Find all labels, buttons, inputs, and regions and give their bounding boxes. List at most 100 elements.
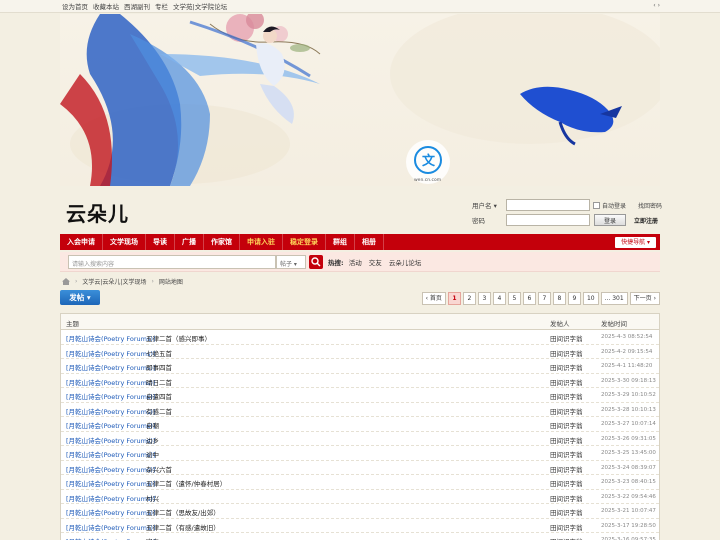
thread-title-link[interactable]: 五律二首（思故友/出郊） bbox=[146, 507, 220, 517]
column-link[interactable]: 专栏 bbox=[155, 1, 168, 11]
author-link[interactable]: 田间识字翁 bbox=[550, 377, 583, 387]
search-icon[interactable] bbox=[309, 255, 323, 269]
table-row[interactable]: [月乾山诗会(Poetry Forums)] 七绝五首 田间识字翁 2025-4-2 … bbox=[61, 345, 659, 359]
hot-search-item[interactable]: 交友 bbox=[369, 259, 382, 267]
forum-link[interactable]: [月乾山诗会(Poetry Forums)] bbox=[66, 348, 155, 358]
thread-title-link[interactable]: 寄表 bbox=[146, 536, 159, 540]
hot-search-item[interactable]: 云朵儿论坛 bbox=[389, 259, 422, 267]
nav-item-guide[interactable]: 导读 bbox=[146, 234, 175, 250]
bookmark-link[interactable]: 收藏本站 bbox=[93, 1, 119, 11]
forgot-password-link[interactable]: 找回密码 bbox=[638, 201, 662, 210]
first-page-button[interactable]: ‹ 首页 bbox=[421, 292, 446, 305]
page-button[interactable]: 5 bbox=[507, 292, 521, 305]
table-row[interactable]: [月乾山诗会(Poetry Forums)] 五律二首（遣怀/仲春村居） 田间识字翁… bbox=[61, 475, 659, 490]
author-link[interactable]: 田间识字翁 bbox=[550, 536, 583, 540]
table-row[interactable]: [月乾山诗会(Poetry Forums)] 即事四首 田间识字翁 2025-4-1 … bbox=[61, 359, 659, 374]
nav-item-albums[interactable]: 相册 bbox=[355, 234, 384, 250]
thread-title-link[interactable]: 五律二首（感兴即事） bbox=[146, 333, 211, 343]
author-link[interactable]: 田间识字翁 bbox=[550, 362, 583, 372]
nav-item-groups[interactable]: 群组 bbox=[326, 234, 355, 250]
auto-login-checkbox[interactable]: 自动登录 bbox=[592, 201, 626, 210]
nav-item-membership[interactable]: 入会申请 bbox=[60, 234, 103, 250]
password-input[interactable] bbox=[506, 214, 590, 226]
forum-link[interactable]: [月乾山诗会(Poetry Forums)] bbox=[66, 536, 155, 540]
table-row[interactable]: [月乾山诗会(Poetry Forums)] 五律二首（感兴即事） 田间识字翁 202… bbox=[61, 330, 659, 345]
page-button[interactable]: 7 bbox=[537, 292, 551, 305]
forum-link[interactable]: [月乾山诗会(Poetry Forums)] bbox=[66, 507, 155, 517]
search-button[interactable] bbox=[309, 255, 323, 269]
table-row[interactable]: [月乾山诗会(Poetry Forums)] 村兴 田间识字翁 2025-3-22 0… bbox=[61, 490, 659, 504]
thread-title-link[interactable]: 有感二首 bbox=[146, 406, 172, 416]
table-row[interactable]: [月乾山诗会(Poetry Forums)] 杂兴六首 田间识字翁 2025-3-24… bbox=[61, 461, 659, 475]
page-button[interactable]: 9 bbox=[567, 292, 581, 305]
thread-title-link[interactable]: 五律二首（有感/遣故旧） bbox=[146, 522, 220, 532]
login-button[interactable]: 登录 bbox=[594, 214, 626, 226]
nav-item-literature-scene[interactable]: 文学现场 bbox=[103, 234, 146, 250]
topbar-arrows-icon[interactable]: ‹ › bbox=[653, 2, 660, 9]
page-button[interactable]: 8 bbox=[552, 292, 566, 305]
author-link[interactable]: 田间识字翁 bbox=[550, 522, 583, 532]
author-link[interactable]: 田间识字翁 bbox=[550, 478, 583, 488]
nav-item-stable-login[interactable]: 稳定登录 bbox=[283, 234, 326, 250]
page-button[interactable]: 2 bbox=[462, 292, 476, 305]
forum-link[interactable]: [月乾山诗会(Poetry Forums)] bbox=[66, 391, 155, 401]
author-link[interactable]: 田间识字翁 bbox=[550, 507, 583, 517]
author-link[interactable]: 田间识字翁 bbox=[550, 464, 583, 474]
thread-title-link[interactable]: 晴日二首 bbox=[146, 377, 172, 387]
forum-link[interactable]: [月乾山诗会(Poetry Forums)] bbox=[66, 464, 155, 474]
last-page-button[interactable]: ... 301 bbox=[600, 292, 628, 305]
page-button[interactable]: 4 bbox=[492, 292, 506, 305]
home-icon[interactable] bbox=[62, 278, 70, 285]
thread-title-link[interactable]: 村兴 bbox=[146, 493, 159, 503]
table-row[interactable]: [月乾山诗会(Poetry Forums)] 边乡 田间识字翁 2025-3-26 0… bbox=[61, 432, 659, 446]
table-row[interactable]: [月乾山诗会(Poetry Forums)] 有感二首 田间识字翁 2025-3-28… bbox=[61, 403, 659, 417]
author-link[interactable]: 田间识字翁 bbox=[550, 406, 583, 416]
author-link[interactable]: 田间识字翁 bbox=[550, 391, 583, 401]
search-type-select[interactable]: 帖子 ▾ bbox=[276, 255, 306, 269]
nav-item-apply[interactable]: 申请入驻 bbox=[240, 234, 283, 250]
forum-link[interactable]: [月乾山诗会(Poetry Forums)] bbox=[66, 406, 155, 416]
forum-link[interactable]: [月乾山诗会(Poetry Forums)] bbox=[66, 420, 155, 430]
page-button[interactable]: 3 bbox=[477, 292, 491, 305]
thread-title-link[interactable]: 五律二首（遣怀/仲春村居） bbox=[146, 478, 226, 488]
table-row[interactable]: [月乾山诗会(Poetry Forums)] 途中 田间识字翁 2025-3-25 1… bbox=[61, 446, 659, 461]
west-lake-supplement-link[interactable]: 西湖副刊 bbox=[124, 1, 150, 11]
search-input[interactable]: 请输入搜索内容 bbox=[68, 255, 276, 269]
table-row[interactable]: [月乾山诗会(Poetry Forums)] 五律二首（思故友/出郊） 田间识字翁 2… bbox=[61, 504, 659, 519]
literature-forum-link[interactable]: 文学苑|文学院论坛 bbox=[173, 1, 227, 11]
breadcrumb-item[interactable]: 文学云|云朵儿|文学现场 bbox=[82, 277, 146, 286]
thread-title-link[interactable]: 自嘲 bbox=[146, 420, 159, 430]
forum-link[interactable]: [月乾山诗会(Poetry Forums)] bbox=[66, 478, 155, 488]
forum-link[interactable]: [月乾山诗会(Poetry Forums)] bbox=[66, 333, 155, 343]
table-row[interactable]: [月乾山诗会(Poetry Forums)] 晴日二首 田间识字翁 2025-3-30… bbox=[61, 374, 659, 388]
table-row[interactable]: [月乾山诗会(Poetry Forums)]寄表田间识字翁2025-3-16 0… bbox=[61, 533, 659, 540]
author-link[interactable]: 田间识字翁 bbox=[550, 420, 583, 430]
thread-title-link[interactable]: 杂兴六首 bbox=[146, 464, 172, 474]
author-link[interactable]: 田间识字翁 bbox=[550, 348, 583, 358]
table-row[interactable]: [月乾山诗会(Poetry Forums)] 自遣四首 田间识字翁 2025-3-29… bbox=[61, 388, 659, 403]
nav-item-author-hall[interactable]: 作家馆 bbox=[204, 234, 240, 250]
author-link[interactable]: 田间识字翁 bbox=[550, 493, 583, 503]
forum-link[interactable]: [月乾山诗会(Poetry Forums)] bbox=[66, 362, 155, 372]
thread-title-link[interactable]: 即事四首 bbox=[146, 362, 172, 372]
forum-link[interactable]: [月乾山诗会(Poetry Forums)] bbox=[66, 493, 155, 503]
new-post-button[interactable]: 发帖 ▾ bbox=[60, 290, 100, 305]
hot-search-item[interactable]: 活动 bbox=[349, 259, 362, 267]
author-link[interactable]: 田间识字翁 bbox=[550, 449, 583, 459]
site-logo[interactable]: 云朵儿 bbox=[66, 198, 129, 227]
thread-title-link[interactable]: 七绝五首 bbox=[146, 348, 172, 358]
checkbox-icon[interactable] bbox=[592, 201, 600, 209]
nav-item-broadcast[interactable]: 广播 bbox=[175, 234, 204, 250]
thread-title-link[interactable]: 途中 bbox=[146, 449, 159, 459]
forum-link[interactable]: [月乾山诗会(Poetry Forums)] bbox=[66, 522, 155, 532]
thread-title-link[interactable]: 自遣四首 bbox=[146, 391, 172, 401]
table-row[interactable]: [月乾山诗会(Poetry Forums)] 五律二首（有感/遣故旧） 田间识字翁 2… bbox=[61, 519, 659, 533]
page-button[interactable]: 10 bbox=[582, 292, 599, 305]
forum-link[interactable]: [月乾山诗会(Poetry Forums)] bbox=[66, 449, 155, 459]
set-homepage-link[interactable]: 设为首页 bbox=[62, 1, 88, 11]
breadcrumb-item[interactable]: 网站地图 bbox=[159, 277, 183, 286]
quick-nav-button[interactable]: 快捷导航 ▾ bbox=[615, 237, 656, 248]
page-button[interactable]: 1 bbox=[447, 292, 461, 305]
username-input[interactable] bbox=[506, 199, 590, 211]
next-page-button[interactable]: 下一页 › bbox=[629, 292, 660, 305]
